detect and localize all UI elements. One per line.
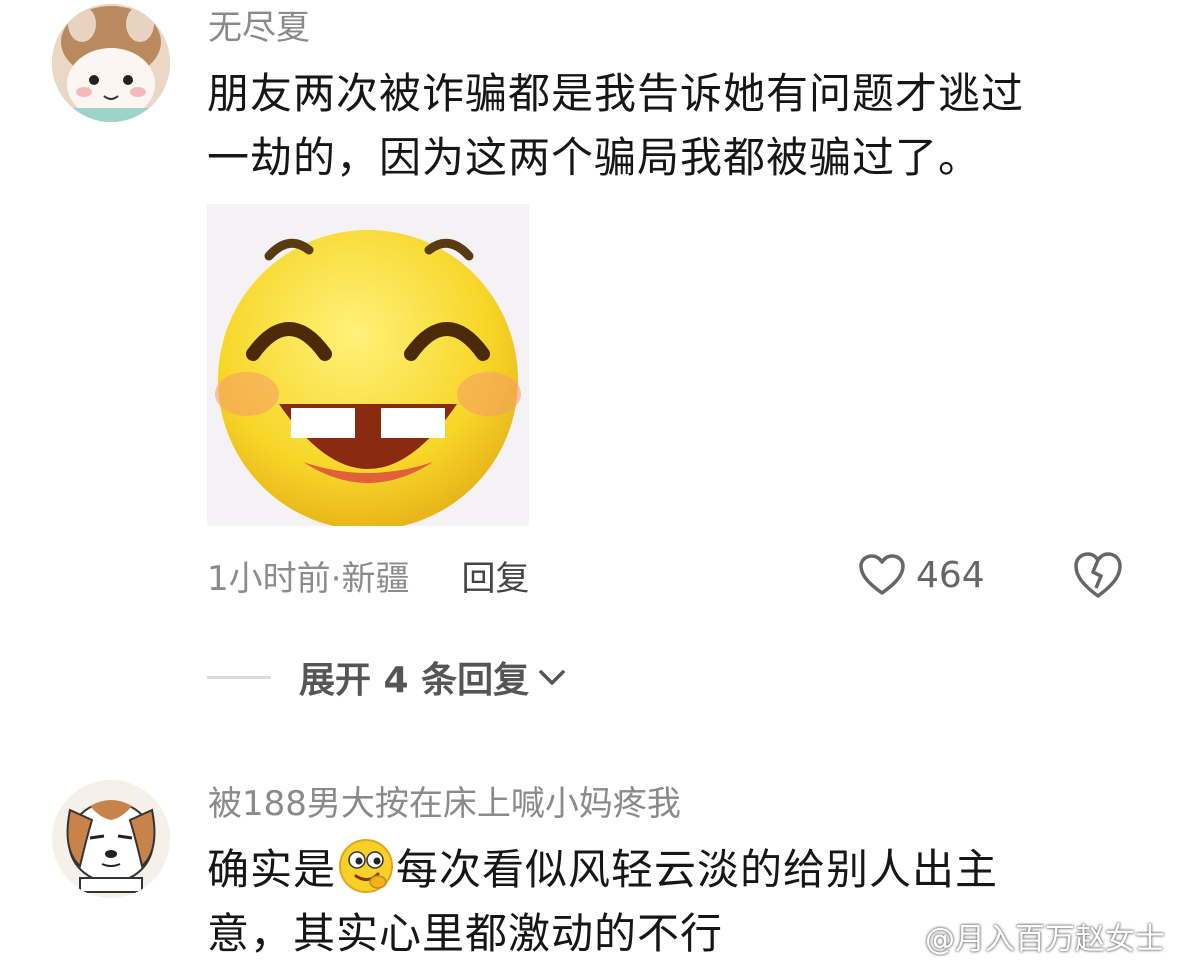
expand-replies-button[interactable]: 展开 4 条回复 — [207, 650, 569, 704]
avatar[interactable] — [52, 780, 170, 898]
bunny-avatar-icon — [52, 4, 170, 122]
smiley-sticker-image[interactable] — [207, 204, 529, 526]
timestamp-location: 1小时前·新疆 — [207, 551, 409, 600]
watermark: @月入百万赵女士 — [879, 914, 1165, 958]
smirk-emoji-icon — [338, 838, 394, 894]
comment-text-line: 一劫的，因为这两个骗局我都被骗过了。 — [207, 126, 1024, 190]
heart-outline-icon — [858, 553, 906, 597]
weibo-logo-icon — [879, 920, 919, 952]
comment-text-segment: 确实是 — [207, 845, 336, 894]
comment-text: 朋友两次被诈骗都是我告诉她有问题才逃过 一劫的，因为这两个骗局我都被骗过了。 — [207, 62, 1024, 190]
comment-meta: 1小时前·新疆 回复 — [207, 550, 529, 600]
comment-text-line: 确实是 每次看似风轻云淡的给别人出主 — [207, 838, 998, 902]
comment-text-segment: 每次看似风轻云淡的给别人出主 — [396, 845, 998, 894]
avatar[interactable] — [52, 4, 170, 122]
comment-username[interactable]: 无尽夏 — [208, 8, 310, 48]
grinning-face-icon — [207, 204, 529, 526]
broken-heart-icon — [1071, 548, 1125, 602]
watermark-text: @月入百万赵女士 — [925, 914, 1165, 958]
like-count: 464 — [916, 555, 985, 596]
divider-line — [207, 676, 271, 679]
like-button[interactable]: 464 — [858, 548, 985, 602]
dislike-button[interactable] — [1071, 548, 1125, 602]
reply-button[interactable]: 回复 — [461, 551, 529, 600]
dog-avatar-icon — [52, 780, 170, 898]
chevron-down-icon — [535, 660, 569, 694]
comment-username[interactable]: 被188男大按在床上喊小妈疼我 — [208, 784, 681, 824]
comment-text-line: 朋友两次被诈骗都是我告诉她有问题才逃过 — [207, 62, 1024, 126]
expand-replies-label: 展开 4 条回复 — [299, 651, 529, 703]
